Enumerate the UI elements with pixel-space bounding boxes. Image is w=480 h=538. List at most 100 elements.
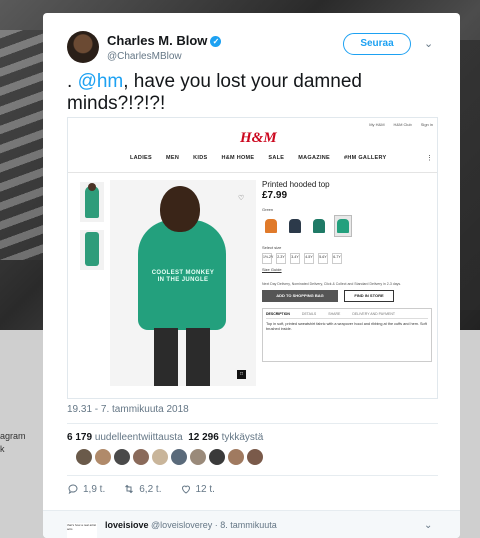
size-guide-link: Size Guide [262,267,282,272]
author-handle[interactable]: @CharlesMBlow [107,51,182,62]
reply-handle-date[interactable]: @loveisloverey · 8. tammikuuta [151,520,277,530]
liker-avatar[interactable] [113,448,131,466]
hm-nav-item: H&M HOME [221,155,255,161]
size-option: 2-3Y [276,253,286,264]
liker-avatar[interactable] [227,448,245,466]
product-price: £7.99 [262,190,288,201]
product-info: Printed hooded top £7.99 Green Select si… [262,180,432,362]
tab-delivery: DELIVERY AND PAYMENT [352,312,396,316]
likes-count[interactable]: 12 296 [188,432,219,443]
hm-top-link: H&M Club [393,122,412,127]
product-thumbnail [80,182,104,222]
size-options: 1½-2Y 2-3Y 3-4Y 4-5Y 5-6Y 6-7Y [262,253,432,264]
size-option: 6-7Y [332,253,342,264]
color-swatch [286,215,304,237]
reply-author-name[interactable]: loveisiove [105,520,149,530]
size-label: Select size [262,245,282,250]
hm-nav-item: MAGAZINE [298,155,331,161]
product-title: Printed hooded top [262,180,330,189]
liker-avatar[interactable] [246,448,264,466]
retweet-count: 6,2 t. [139,483,162,495]
side-text-1: agram [0,431,26,441]
liker-avatars [75,448,264,466]
chevron-down-icon[interactable]: ⌄ [424,520,432,531]
reply-icon [68,484,78,495]
verified-badge-icon: ✓ [210,36,222,47]
tweet-timestamp[interactable]: 19.31 - 7. tammikuuta 2018 [67,404,189,415]
description-text: Top in soft, printed sweatshirt fabric w… [266,322,427,331]
trousers-shape [154,328,178,386]
follow-button[interactable]: Seuraa [343,33,411,55]
size-option: 1½-2Y [262,253,273,264]
color-swatch-selected [334,215,352,237]
delivery-info: Next Day Delivery, Nominated Delivery, C… [262,282,402,286]
size-option: 4-5Y [304,253,314,264]
chevron-down-icon[interactable]: ⌄ [424,37,433,50]
hm-top-link: My H&M [369,122,385,127]
reply-button[interactable]: 1,9 t. [67,483,105,495]
size-option: 3-4Y [290,253,300,264]
hm-nav-item: SALE [268,155,285,161]
tab-share: SHARE [328,312,341,316]
description-tabs: DESCRIPTION DETAILS SHARE DELIVERY AND P… [266,312,428,319]
hoodie-print: COOLEST MONKEY IN THE JUNGLE [151,270,215,283]
hm-nav-item: MEN [165,155,180,161]
side-text-2: k [0,444,5,454]
hm-logo: H&M [240,130,277,146]
retweet-icon [125,484,134,494]
description-panel: DESCRIPTION DETAILS SHARE DELIVERY AND P… [262,308,432,362]
heart-icon: ♡ [238,195,245,202]
color-swatches [262,215,432,237]
liker-avatar[interactable] [94,448,112,466]
retweets-label[interactable]: uudelleentwiittausta [95,432,183,443]
hm-divider [68,172,437,173]
retweets-count[interactable]: 6 179 [67,432,92,443]
hm-menu-icon: ⋮ [426,155,433,162]
tweet-text: . @hm, have you lost your damned minds?!… [67,71,437,115]
mention-link[interactable]: @hm [78,71,124,92]
author-name-row[interactable]: Charles M. Blow ✓ [107,33,222,48]
liker-avatar[interactable] [208,448,226,466]
zoom-icon: □ [237,370,246,379]
liker-avatar[interactable] [189,448,207,466]
reply-avatar[interactable]: that's how a real artist acts [67,523,97,538]
tweet-stats: 6 179 uudelleentwiittausta 12 296 tykkäy… [67,432,263,443]
size-option: 5-6Y [318,253,328,264]
author-name[interactable]: Charles M. Blow [107,33,207,48]
trousers-shape [186,328,210,386]
add-to-bag-button: ADD TO SHOPPING BAG [262,290,338,302]
divider [67,475,438,476]
tab-description: DESCRIPTION [266,312,290,316]
retweet-button[interactable]: 6,2 t. [123,483,162,495]
liker-avatar[interactable] [132,448,150,466]
product-photo: COOLEST MONKEY IN THE JUNGLE ♡ □ [110,180,256,386]
hm-nav-item: #HM GALLERY [344,155,387,161]
color-swatch [262,215,280,237]
child-head-shape [160,186,200,232]
heart-icon [181,485,190,494]
liker-avatar[interactable] [170,448,188,466]
divider [67,423,438,424]
like-count: 12 t. [195,483,215,495]
liker-avatar[interactable] [151,448,169,466]
color-swatch [310,215,328,237]
tweet-text-prefix: . [67,71,78,92]
liker-avatar[interactable] [75,448,93,466]
hm-nav: LADIES MEN KIDS H&M HOME SALE MAGAZINE #… [130,155,387,161]
hm-top-links: My H&M H&M Club Sign in [369,122,433,127]
reply-tweet[interactable]: that's how a real artist acts loveisiove… [43,510,460,538]
reply-author-row: loveisiove @loveisloverey · 8. tammikuut… [105,520,277,530]
hm-nav-item: LADIES [130,155,152,161]
tweet-actions: 1,9 t. 6,2 t. 12 t. [67,483,215,495]
tweet-image[interactable]: My H&M H&M Club Sign in H&M LADIES MEN K… [67,117,438,399]
product-thumbnail [80,230,104,270]
find-in-store-button: FIND IN STORE [344,290,394,302]
product-buttons: ADD TO SHOPPING BAG FIND IN STORE [262,290,432,302]
color-label: Green [262,207,274,212]
tweet-modal: Charles M. Blow ✓ @CharlesMBlow Seuraa ⌄ … [43,13,460,538]
like-button[interactable]: 12 t. [180,483,215,495]
reply-count: 1,9 t. [83,483,106,495]
hm-top-link: Sign in [420,122,433,127]
author-avatar[interactable] [67,31,99,63]
likes-label[interactable]: tykkäystä [222,432,264,443]
